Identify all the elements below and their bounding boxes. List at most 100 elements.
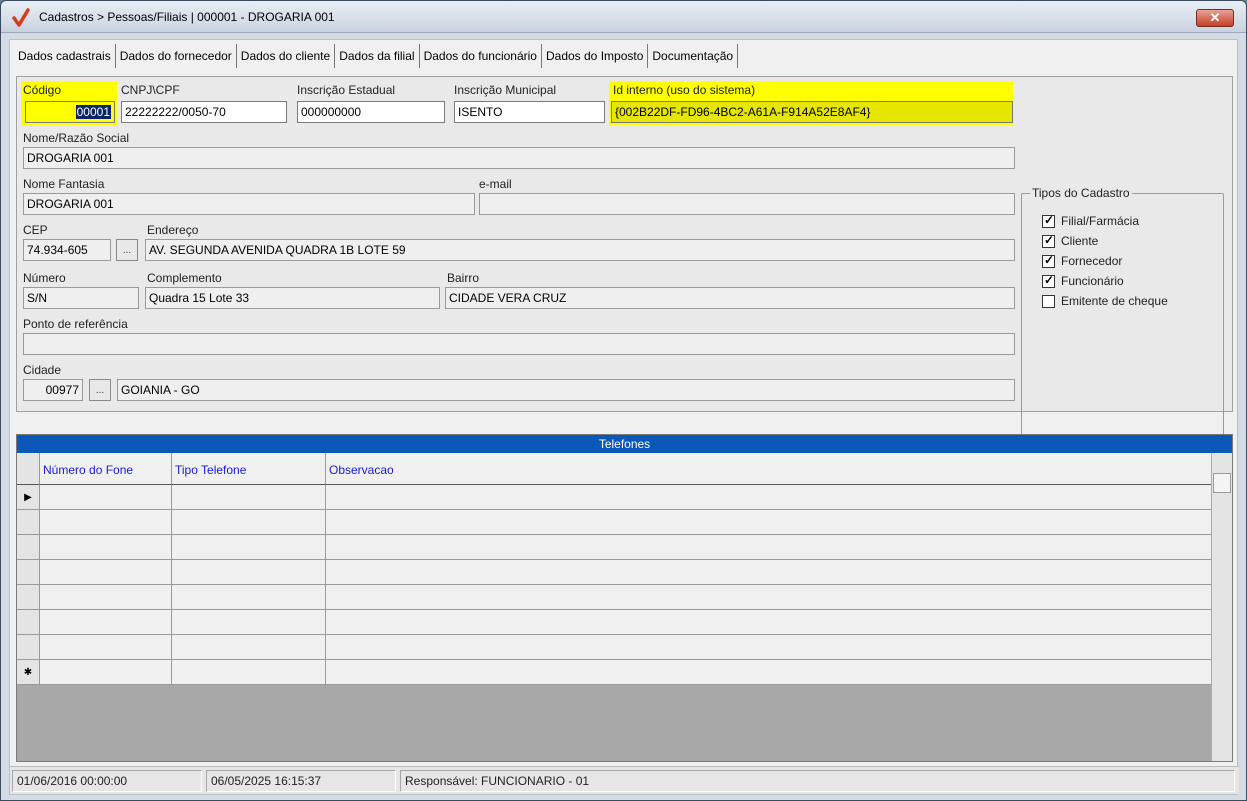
row-indicator-current[interactable]: ▶	[17, 485, 40, 510]
row-indicator[interactable]	[17, 585, 40, 610]
table-cell[interactable]	[326, 635, 1211, 660]
table-cell[interactable]	[40, 535, 172, 560]
bairro-field[interactable]: CIDADE VERA CRUZ	[445, 287, 1015, 309]
tipos-cadastro-group: Tipos do Cadastro Filial/Farmácia Client…	[1021, 186, 1224, 445]
email-field[interactable]	[479, 193, 1015, 215]
row-indicator[interactable]	[17, 635, 40, 660]
cidade-search-button[interactable]: ...	[89, 379, 111, 401]
codigo-field[interactable]: 00001	[25, 101, 115, 123]
razao-social-label: Nome/Razão Social	[23, 131, 130, 145]
table-cell[interactable]	[172, 535, 326, 560]
table-cell[interactable]	[326, 535, 1211, 560]
checkbox-label: Fornecedor	[1061, 254, 1123, 268]
id-interno-field: {002B22DF-FD96-4BC2-A61A-F914A52E8AF4}	[611, 101, 1013, 123]
tab-dados-filial[interactable]: Dados da filial	[335, 44, 420, 68]
window-content: Dados cadastrais Dados do fornecedor Dad…	[9, 39, 1239, 795]
column-tipo-telefone[interactable]: Tipo Telefone	[172, 453, 326, 485]
table-cell[interactable]	[172, 610, 326, 635]
status-responsavel: Responsável: FUNCIONARIO - 01	[400, 770, 1235, 792]
table-cell[interactable]	[40, 560, 172, 585]
ponto-referencia-label: Ponto de referência	[23, 317, 128, 331]
table-cell[interactable]	[326, 560, 1211, 585]
inscricao-municipal-field[interactable]: ISENTO	[454, 101, 605, 123]
close-button[interactable]: ✕	[1196, 9, 1234, 27]
numero-field[interactable]: S/N	[23, 287, 139, 309]
table-cell[interactable]	[172, 635, 326, 660]
endereco-field[interactable]: AV. SEGUNDA AVENIDA QUADRA 1B LOTE 59	[145, 239, 1015, 261]
cnpj-label: CNPJ\CPF	[121, 83, 180, 97]
table-cell[interactable]	[326, 585, 1211, 610]
checkbox-funcionario[interactable]: Funcionário	[1042, 272, 1124, 290]
id-interno-label: Id interno (uso do sistema)	[613, 83, 756, 97]
tab-dados-cliente[interactable]: Dados do cliente	[237, 44, 336, 68]
cidade-name-field[interactable]: GOIANIA - GO	[117, 379, 1015, 401]
checkmark-app-icon	[12, 8, 30, 27]
inscricao-municipal-label: Inscrição Municipal	[454, 83, 557, 97]
status-bar: 01/06/2016 00:00:00 06/05/2025 16:15:37 …	[10, 766, 1239, 794]
complemento-label: Complemento	[147, 271, 222, 285]
tipos-cadastro-title: Tipos do Cadastro	[1030, 186, 1132, 200]
row-indicator[interactable]	[17, 510, 40, 535]
table-cell[interactable]	[40, 610, 172, 635]
tab-dados-imposto[interactable]: Dados do Imposto	[542, 44, 649, 68]
checkbox-cliente[interactable]: Cliente	[1042, 232, 1098, 250]
checkbox-box[interactable]	[1042, 213, 1055, 228]
row-indicator[interactable]	[17, 560, 40, 585]
inscricao-estadual-field[interactable]: 000000000	[297, 101, 445, 123]
table-cell[interactable]	[326, 660, 1211, 685]
table-cell[interactable]	[172, 585, 326, 610]
checkbox-label: Funcionário	[1061, 274, 1124, 288]
cidade-code-field[interactable]: 00977	[23, 379, 83, 401]
main-window: Cadastros > Pessoas/Filiais | 000001 - D…	[0, 0, 1247, 801]
nome-fantasia-field[interactable]: DROGARIA 001	[23, 193, 475, 215]
checkbox-box[interactable]	[1042, 233, 1055, 248]
grid-corner	[17, 453, 40, 485]
table-cell[interactable]	[172, 560, 326, 585]
table-cell[interactable]	[172, 485, 326, 510]
checkbox-box[interactable]	[1042, 294, 1055, 308]
cnpj-field[interactable]: 22222222/0050-70	[121, 101, 287, 123]
checkbox-label: Emitente de cheque	[1061, 294, 1168, 308]
row-indicator[interactable]	[17, 610, 40, 635]
checkbox-label: Filial/Farmácia	[1061, 214, 1140, 228]
cep-search-button[interactable]: ...	[116, 239, 138, 261]
checkbox-box[interactable]	[1042, 253, 1055, 268]
numero-label: Número	[23, 271, 66, 285]
column-observacao[interactable]: Observacao	[326, 453, 1211, 485]
grid-vertical-scrollbar[interactable]	[1211, 453, 1232, 761]
table-cell[interactable]	[172, 660, 326, 685]
checkbox-label: Cliente	[1061, 234, 1099, 248]
table-cell[interactable]	[326, 610, 1211, 635]
dados-cadastrais-panel: Código 00001 CNPJ\CPF 22222222/0050-70 I…	[16, 76, 1233, 445]
scrollbar-thumb[interactable]	[1213, 473, 1231, 493]
tab-strip: Dados cadastrais Dados do fornecedor Dad…	[14, 44, 739, 68]
table-cell[interactable]	[326, 485, 1211, 510]
table-cell[interactable]	[40, 510, 172, 535]
row-indicator[interactable]	[17, 535, 40, 560]
ponto-referencia-field[interactable]	[23, 333, 1015, 355]
table-cell[interactable]	[40, 660, 172, 685]
checkbox-emitente-cheque[interactable]: Emitente de cheque	[1042, 292, 1168, 310]
cep-label: CEP	[23, 223, 48, 237]
checkbox-filial-farmacia[interactable]: Filial/Farmácia	[1042, 212, 1139, 230]
tab-dados-funcionario[interactable]: Dados do funcionário	[420, 44, 542, 68]
table-cell[interactable]	[40, 635, 172, 660]
razao-social-field[interactable]: DROGARIA 001	[23, 147, 1015, 169]
tab-documentacao[interactable]: Documentação	[648, 44, 739, 68]
table-cell[interactable]	[172, 510, 326, 535]
cidade-label: Cidade	[23, 363, 62, 377]
row-indicator-new[interactable]: ✱	[17, 660, 40, 685]
status-created: 01/06/2016 00:00:00	[12, 770, 202, 792]
table-cell[interactable]	[40, 485, 172, 510]
table-cell[interactable]	[326, 510, 1211, 535]
checkbox-box[interactable]	[1042, 273, 1055, 288]
column-numero-fone[interactable]: Número do Fone	[40, 453, 172, 485]
complemento-field[interactable]: Quadra 15 Lote 33	[145, 287, 440, 309]
cep-field[interactable]: 74.934-605	[23, 239, 111, 261]
tab-dados-fornecedor[interactable]: Dados do fornecedor	[116, 44, 237, 68]
window-title: Cadastros > Pessoas/Filiais | 000001 - D…	[39, 10, 335, 24]
tab-dados-cadastrais[interactable]: Dados cadastrais	[14, 44, 116, 68]
table-cell[interactable]	[40, 585, 172, 610]
title-bar[interactable]: Cadastros > Pessoas/Filiais | 000001 - D…	[1, 1, 1246, 33]
checkbox-fornecedor[interactable]: Fornecedor	[1042, 252, 1122, 270]
